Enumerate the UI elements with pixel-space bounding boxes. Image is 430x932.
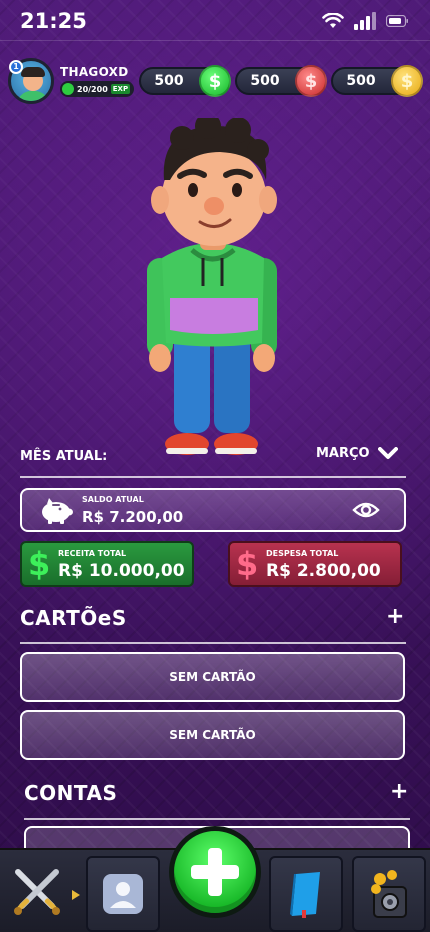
status-divider	[0, 40, 430, 41]
month-selector[interactable]: MARÇO	[316, 446, 398, 461]
profile-icon	[103, 874, 143, 914]
player-name: THAGOXD	[60, 65, 129, 79]
status-bar: 21:25	[0, 0, 430, 42]
book-tab[interactable]	[269, 856, 343, 932]
currency-gold[interactable]: 500 $	[331, 65, 423, 97]
character-avatar[interactable]	[130, 118, 300, 463]
add-account-button[interactable]: +	[390, 781, 408, 803]
level-badge: 1	[9, 60, 23, 74]
red-dollar-coin-icon: $	[295, 65, 327, 97]
signal-icon	[354, 12, 376, 30]
income-label: RECEITA TOTAL	[58, 549, 127, 558]
exp-tag: EXP	[110, 84, 131, 94]
currency-green-amount: 500	[154, 73, 184, 89]
currency-gold-amount: 500	[346, 73, 376, 89]
currency-red-amount: 500	[250, 73, 280, 89]
balance-card: SALDO ATUAL R$ 7.200,00	[20, 488, 406, 532]
balance-value: R$ 7.200,00	[82, 508, 184, 526]
battle-swords-icon[interactable]	[12, 866, 62, 916]
income-card[interactable]: $ RECEITA TOTAL R$ 10.000,00	[20, 541, 194, 587]
chevron-down-icon	[377, 446, 398, 459]
gold-coin-icon: $	[391, 65, 423, 97]
exp-value: 20/200	[77, 84, 108, 94]
wifi-icon	[322, 13, 344, 28]
exp-bar: 20/200 EXP	[60, 81, 135, 97]
safe-tab[interactable]	[352, 856, 426, 932]
status-icons	[322, 12, 408, 30]
accounts-divider	[24, 818, 410, 820]
plus-icon	[191, 848, 239, 896]
currency-red[interactable]: 500 $	[235, 65, 327, 97]
eye-icon[interactable]	[352, 500, 380, 520]
add-card-button[interactable]: +	[386, 606, 404, 628]
accounts-section-title: CONTAS	[24, 781, 118, 805]
expense-value: R$ 2.800,00	[266, 561, 381, 581]
current-month-label: MÊS ATUAL:	[20, 449, 108, 464]
dollar-icon: $	[28, 545, 51, 583]
currency-green[interactable]: 500 $	[139, 65, 231, 97]
income-value: R$ 10.000,00	[58, 561, 185, 581]
add-transaction-button[interactable]	[169, 826, 261, 918]
exp-icon	[62, 83, 74, 95]
green-dollar-coin-icon: $	[199, 65, 231, 97]
expense-label: DESPESA TOTAL	[266, 549, 339, 558]
player-info: THAGOXD 20/200 EXP	[60, 65, 135, 97]
profile-tab[interactable]	[86, 856, 160, 932]
coin-safe-icon	[371, 870, 407, 918]
balance-label: SALDO ATUAL	[82, 495, 144, 504]
month-value: MARÇO	[316, 446, 370, 461]
expense-card[interactable]: $ DESPESA TOTAL R$ 2.800,00	[228, 541, 402, 587]
book-icon	[290, 872, 320, 918]
card-slot[interactable]: SEM CARTÃO	[20, 652, 405, 702]
dollar-icon: $	[236, 545, 259, 583]
cards-section-title: CARTÕeS	[20, 606, 127, 630]
cards-divider	[20, 642, 406, 644]
nav-arrow-icon	[72, 890, 80, 900]
card-slot[interactable]: SEM CARTÃO	[20, 710, 405, 760]
month-divider	[20, 476, 406, 478]
piggy-bank-icon	[42, 498, 73, 524]
status-time: 21:25	[20, 9, 87, 33]
battery-icon	[386, 15, 408, 27]
